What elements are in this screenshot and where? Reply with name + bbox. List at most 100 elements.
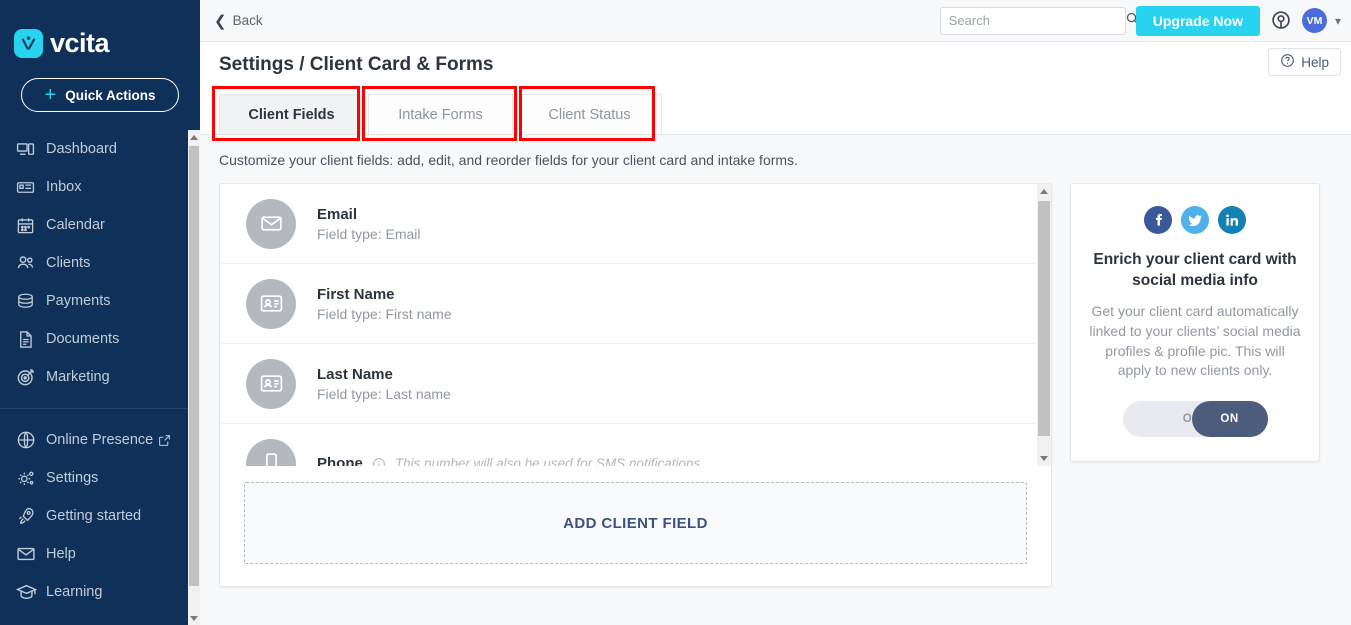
- sidebar-item-help[interactable]: Help: [0, 535, 200, 573]
- twitter-icon[interactable]: [1181, 206, 1209, 234]
- brand-logo[interactable]: vcita: [0, 0, 200, 62]
- payments-icon: [16, 292, 46, 311]
- graduation-cap-icon: [16, 582, 46, 603]
- external-link-icon: [158, 434, 171, 447]
- content-area: Customize your client fields: add, edit,…: [200, 135, 1351, 587]
- brand-name: vcita: [50, 27, 110, 58]
- avatar[interactable]: VM: [1301, 8, 1327, 33]
- add-field-container: ADD CLIENT FIELD: [220, 466, 1051, 586]
- field-name: Last Name: [317, 365, 393, 383]
- sidebar-item-documents[interactable]: Documents: [0, 320, 200, 358]
- left-sidebar: vcita + Quick Actions Dashboard Inbox Ca…: [0, 0, 200, 625]
- rocket-icon: [16, 506, 46, 526]
- top-bar-right: Upgrade Now VM ▾: [939, 5, 1341, 36]
- field-name: Email: [317, 205, 358, 223]
- sidebar-item-label: Online Presence: [46, 432, 154, 448]
- app-root: vcita + Quick Actions Dashboard Inbox Ca…: [0, 0, 1351, 625]
- add-client-field-button[interactable]: ADD CLIENT FIELD: [244, 482, 1027, 564]
- list-item[interactable]: First Name Field type: First name: [220, 264, 1051, 344]
- sidebar-item-label: Clients: [46, 255, 91, 271]
- field-list-scrollbar[interactable]: [1037, 184, 1051, 466]
- field-title-row: Phone This number will also be used for …: [317, 455, 700, 466]
- info-icon[interactable]: [372, 457, 386, 466]
- help-label: Help: [1301, 54, 1329, 70]
- social-enrichment-toggle[interactable]: OFF ON: [1122, 401, 1268, 438]
- search-input[interactable]: [948, 13, 1125, 28]
- field-title-row: Email: [317, 206, 420, 223]
- add-client-field-label: ADD CLIENT FIELD: [563, 514, 708, 532]
- help-button[interactable]: Help: [1268, 48, 1341, 76]
- field-note: This number will also be used for SMS no…: [394, 456, 701, 466]
- tab-client-fields[interactable]: Client Fields: [219, 94, 364, 134]
- quick-actions-button[interactable]: + Quick Actions: [21, 78, 179, 112]
- promo-body: Get your client card automatically linke…: [1089, 302, 1301, 379]
- sidebar-item-label: Help: [46, 546, 76, 562]
- tab-client-status[interactable]: Client Status: [517, 94, 662, 134]
- social-enrichment-panel: Enrich your client card with social medi…: [1070, 183, 1320, 463]
- sidebar-scrollbar-thumb[interactable]: [189, 146, 199, 586]
- sidebar-item-label: Calendar: [46, 217, 105, 233]
- sidebar-item-clients[interactable]: Clients: [0, 244, 200, 282]
- sidebar-item-payments[interactable]: Payments: [0, 282, 200, 320]
- upgrade-now-label: Upgrade Now: [1152, 12, 1243, 29]
- sidebar-item-label: Settings: [46, 470, 99, 486]
- id-card-icon: [246, 358, 296, 409]
- field-text: Email Field type: Email: [317, 206, 420, 242]
- sidebar-item-label: Marketing: [46, 369, 110, 385]
- inbox-icon: [16, 178, 46, 197]
- field-title-row: Last Name: [317, 366, 451, 383]
- marketing-icon: [16, 367, 46, 387]
- tab-label: Client Fields: [248, 106, 335, 123]
- field-type: Field type: Email: [317, 225, 421, 242]
- facebook-icon[interactable]: [1144, 206, 1172, 234]
- dashboard-icon: [16, 140, 46, 159]
- field-text: Last Name Field type: Last name: [317, 366, 451, 402]
- page-header: Settings / Client Card & Forms Help: [200, 42, 1351, 87]
- scroll-up-arrow-icon[interactable]: [188, 130, 200, 144]
- plus-icon: +: [44, 84, 57, 106]
- promo-title: Enrich your client card with social medi…: [1093, 251, 1297, 289]
- back-button[interactable]: ❮ Back: [214, 12, 263, 30]
- page-title: Settings / Client Card & Forms: [219, 53, 494, 75]
- linkedin-icon[interactable]: [1218, 206, 1246, 234]
- sidebar-item-settings[interactable]: Settings: [0, 459, 200, 497]
- scroll-down-arrow-icon[interactable]: [1037, 451, 1051, 466]
- field-text: Phone This number will also be used for …: [317, 455, 700, 466]
- top-bar: ❮ Back Upgrade Now VM: [200, 0, 1351, 42]
- chevron-down-icon[interactable]: ▾: [1335, 14, 1341, 28]
- search-box[interactable]: [939, 6, 1139, 35]
- lifebuoy-icon[interactable]: [1270, 10, 1292, 32]
- sidebar-item-getting-started[interactable]: Getting started: [0, 497, 200, 535]
- page-description: Customize your client fields: add, edit,…: [219, 152, 798, 168]
- sidebar-item-learning[interactable]: Learning: [0, 573, 200, 611]
- calendar-icon: [16, 216, 46, 235]
- sidebar-item-label: Getting started: [46, 508, 142, 524]
- sidebar-item-online-presence[interactable]: Online Presence: [0, 421, 200, 459]
- sidebar-item-calendar[interactable]: Calendar: [0, 206, 200, 244]
- tabs-bar: Client Fields Intake Forms Client Status: [200, 87, 1351, 135]
- phone-icon: [246, 438, 296, 466]
- list-item[interactable]: Email Field type: Email: [220, 184, 1051, 264]
- sidebar-divider: [0, 408, 200, 409]
- tab-intake-forms[interactable]: Intake Forms: [368, 94, 513, 134]
- sidebar-item-marketing[interactable]: Marketing: [0, 358, 200, 396]
- scroll-down-arrow-icon[interactable]: [188, 611, 200, 625]
- sidebar-item-label: Documents: [46, 331, 120, 347]
- upgrade-now-button[interactable]: Upgrade Now: [1135, 5, 1260, 36]
- vcita-logo-icon: [14, 28, 43, 58]
- back-label: Back: [232, 13, 263, 28]
- field-list-scrollbar-thumb[interactable]: [1038, 201, 1050, 436]
- sidebar-item-inbox[interactable]: Inbox: [0, 168, 200, 206]
- tab-label: Intake Forms: [398, 106, 483, 123]
- toggle-on-label: ON: [1191, 401, 1268, 438]
- clients-icon: [16, 253, 46, 273]
- field-name: First Name: [317, 285, 395, 303]
- sidebar-item-label: Learning: [46, 584, 103, 600]
- sidebar-scrollbar[interactable]: [188, 130, 200, 625]
- scroll-up-arrow-icon[interactable]: [1037, 184, 1051, 199]
- sidebar-item-label: Inbox: [46, 179, 82, 195]
- sidebar-item-dashboard[interactable]: Dashboard: [0, 130, 200, 168]
- list-item[interactable]: Last Name Field type: Last name: [220, 344, 1051, 424]
- list-item[interactable]: Phone This number will also be used for …: [220, 424, 1051, 466]
- documents-icon: [16, 330, 46, 349]
